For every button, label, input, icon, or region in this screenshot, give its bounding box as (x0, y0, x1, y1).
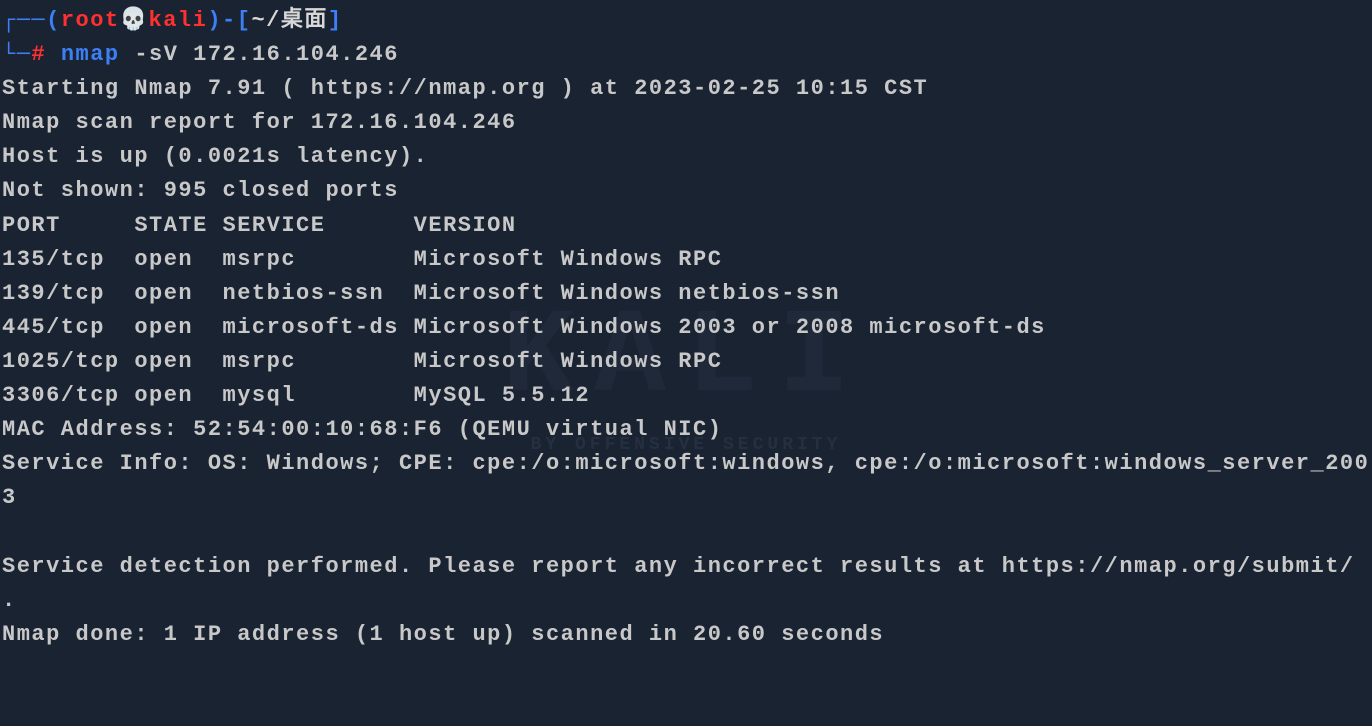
output-detection: Service detection performed. Please repo… (2, 550, 1370, 618)
port-header: PORT STATE SERVICE VERSION (2, 209, 1370, 243)
prompt-dash: - (222, 8, 237, 33)
port-row: 3306/tcp open mysql MySQL 5.5.12 (2, 379, 1370, 413)
output-host-up: Host is up (0.0021s latency). (2, 140, 1370, 174)
output-done: Nmap done: 1 IP address (1 host up) scan… (2, 618, 1370, 652)
output-starting: Starting Nmap 7.91 ( https://nmap.org ) … (2, 72, 1370, 106)
prompt-connector-top: ┌── (2, 8, 46, 33)
output-not-shown: Not shown: 995 closed ports (2, 174, 1370, 208)
prompt-connector-bottom: └─ (2, 42, 31, 67)
prompt-bracket-open: [ (237, 8, 252, 33)
prompt-cwd: ~/桌面 (251, 8, 327, 33)
output-blank (2, 515, 1370, 549)
prompt-line-2: └─# nmap -sV 172.16.104.246 (2, 38, 1370, 72)
port-row: 1025/tcp open msrpc Microsoft Windows RP… (2, 345, 1370, 379)
output-report: Nmap scan report for 172.16.104.246 (2, 106, 1370, 140)
prompt-host: kali (149, 8, 208, 33)
prompt-hash: # (31, 42, 46, 67)
port-row: 445/tcp open microsoft-ds Microsoft Wind… (2, 311, 1370, 345)
prompt-paren-open: ( (46, 8, 61, 33)
terminal-content[interactable]: ┌──(root💀kali)-[~/桌面] └─# nmap -sV 172.1… (2, 4, 1370, 652)
prompt-line-1: ┌──(root💀kali)-[~/桌面] (2, 4, 1370, 38)
output-service-info: Service Info: OS: Windows; CPE: cpe:/o:m… (2, 447, 1370, 515)
prompt-user: root (61, 8, 120, 33)
command-name: nmap (61, 42, 120, 67)
output-mac: MAC Address: 52:54:00:10:68:F6 (QEMU vir… (2, 413, 1370, 447)
skull-icon: 💀 (120, 8, 149, 33)
prompt-bracket-close: ] (328, 8, 343, 33)
prompt-paren-close: ) (207, 8, 222, 33)
command-args: -sV 172.16.104.246 (120, 42, 399, 67)
port-row: 135/tcp open msrpc Microsoft Windows RPC (2, 243, 1370, 277)
port-row: 139/tcp open netbios-ssn Microsoft Windo… (2, 277, 1370, 311)
